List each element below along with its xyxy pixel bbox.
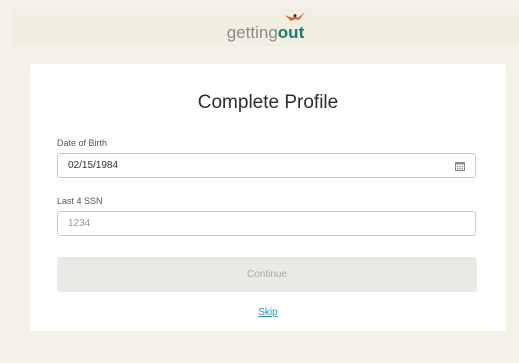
ssn-placeholder: 1234	[68, 218, 91, 229]
bird-logo-icon	[285, 11, 306, 21]
logo-text-bold: out	[277, 22, 305, 42]
ssn-label: Last 4 SSN	[57, 196, 103, 206]
dob-value: 02/15/1984	[68, 160, 119, 171]
dob-field[interactable]: 02/15/1984	[57, 153, 476, 178]
ssn-field[interactable]: 1234	[57, 211, 476, 236]
dob-label: Date of Birth	[57, 138, 108, 148]
calendar-icon[interactable]	[455, 161, 465, 171]
page: getting out Complete Profile Date of Birt…	[0, 0, 519, 363]
gettingout-logo[interactable]: getting out	[226, 11, 306, 42]
continue-button[interactable]: Continue	[57, 257, 477, 292]
page-title: Complete Profile	[197, 92, 339, 113]
top-header: getting out	[12, 9, 519, 46]
complete-profile-card: Complete Profile Date of Birth 02/15/198…	[30, 64, 506, 331]
logo-text-light: getting	[226, 22, 278, 42]
skip-link[interactable]: Skip	[30, 307, 506, 318]
